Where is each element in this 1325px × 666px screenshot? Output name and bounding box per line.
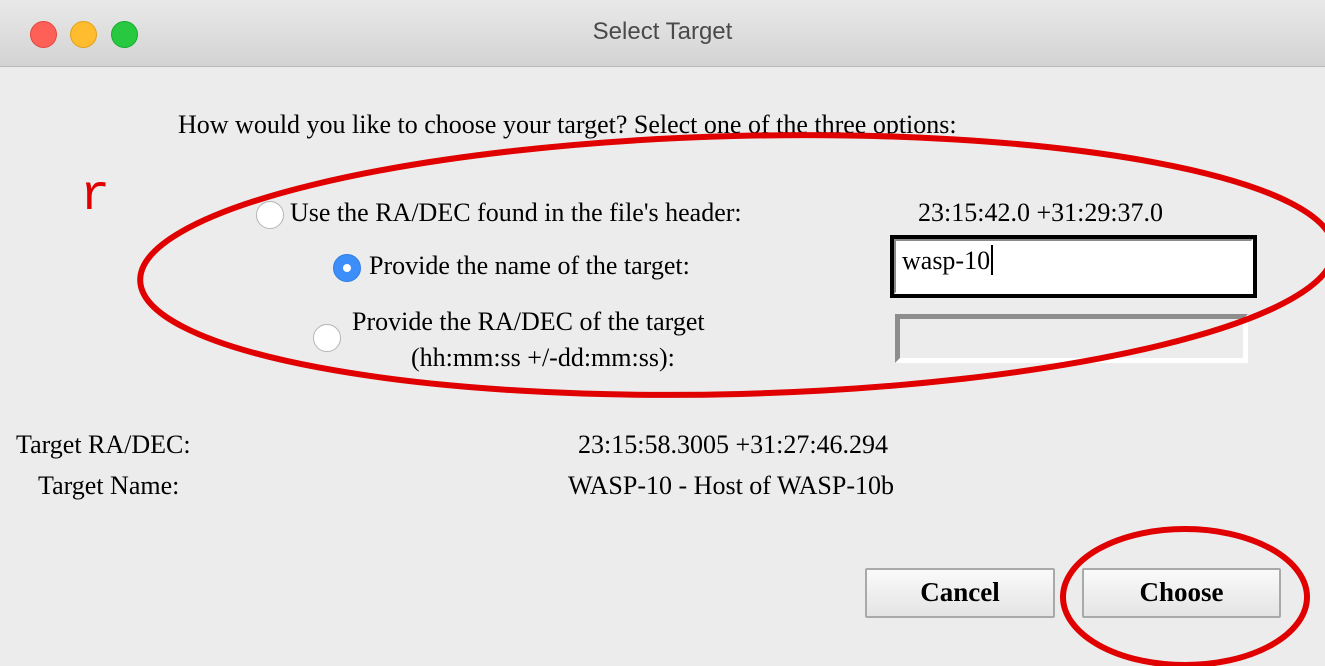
target-name-input[interactable]: wasp-10 — [890, 235, 1257, 298]
option-header-radec-label: Use the RA/DEC found in the file's heade… — [290, 198, 742, 227]
radio-target-name[interactable] — [333, 254, 361, 282]
option-custom-radec-label-line1: Provide the RA/DEC of the target — [352, 307, 705, 336]
target-radec-value: 23:15:58.3005 +31:27:46.294 — [578, 430, 889, 459]
window-title: Select Target — [592, 18, 733, 45]
target-radec-label: Target RA/DEC: — [16, 430, 191, 459]
cancel-button[interactable]: Cancel — [865, 568, 1055, 618]
choose-button[interactable]: Choose — [1082, 568, 1281, 618]
option-custom-radec-label-line2: (hh:mm:ss +/-dd:mm:ss): — [411, 343, 675, 372]
title-bar: Select Target — [0, 0, 1325, 67]
instruction-prompt: How would you like to choose your target… — [178, 110, 957, 139]
target-name-input-text: wasp-10 — [902, 246, 991, 275]
annotation-letter: r — [80, 168, 111, 225]
custom-radec-input[interactable] — [895, 314, 1248, 363]
target-name-label: Target Name: — [38, 471, 180, 500]
header-radec-value: 23:15:42.0 +31:29:37.0 — [918, 198, 1164, 227]
target-name-value: WASP-10 - Host of WASP-10b — [568, 471, 894, 500]
radio-header-radec[interactable] — [256, 201, 284, 229]
radio-custom-radec[interactable] — [313, 324, 341, 352]
option-target-name-label: Provide the name of the target: — [369, 251, 690, 280]
